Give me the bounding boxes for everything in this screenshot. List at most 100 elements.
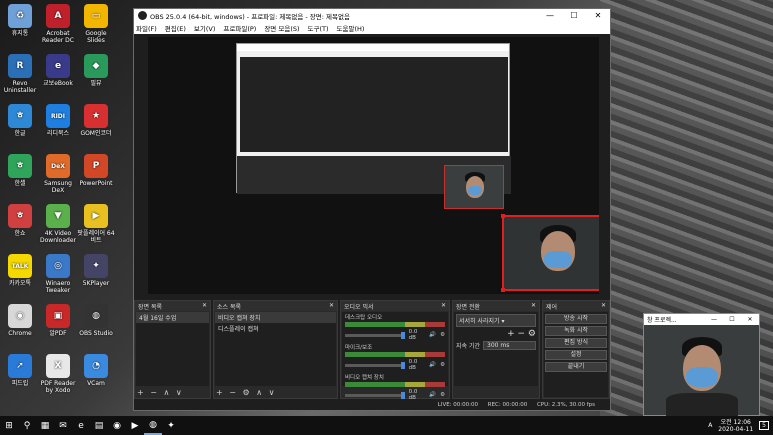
language-indicator[interactable]: A [708, 422, 712, 429]
volume-slider[interactable] [345, 391, 405, 399]
taskbar-app-icon[interactable]: ▤ [90, 416, 108, 435]
clock[interactable]: 오전 12:06 2020-04-11 [718, 419, 753, 433]
taskbar-app-icon[interactable]: ▶ [126, 416, 144, 435]
panel-close-icon[interactable]: ✕ [329, 302, 334, 310]
volume-slider[interactable] [345, 361, 405, 369]
maximize-button[interactable]: ☐ [562, 11, 586, 20]
desktop-icon[interactable]: R Revo Uninstaller [0, 54, 40, 94]
scenes-footer-buttons[interactable]: + − ∧ ∨ [137, 388, 184, 397]
panel-close-icon[interactable]: ✕ [441, 302, 446, 310]
desktop-icon[interactable]: ♻ 휴지통 [0, 4, 40, 37]
maximize-button[interactable]: ☐ [723, 316, 741, 323]
desktop-icon-label: 피드립 [11, 380, 29, 387]
desktop-icon[interactable]: ㅎ 한쇼 [0, 204, 40, 237]
taskbar-app-icon[interactable]: ◉ [108, 416, 126, 435]
desktop-icon[interactable]: X PDF Reader by Xodo [38, 354, 78, 394]
desktop-icon[interactable]: ◎ Winaero Tweaker [38, 254, 78, 294]
start-recording-button[interactable]: 녹화 시작 [545, 326, 607, 336]
gear-icon[interactable]: ⚙ [440, 332, 445, 338]
desktop-icon[interactable]: ▣ 알PDF [38, 304, 78, 337]
minimize-button[interactable]: — [538, 11, 562, 20]
exit-button[interactable]: 끝내기 [545, 362, 607, 372]
clock-date: 2020-04-11 [718, 425, 754, 433]
taskbar-app-icon[interactable]: ◍ [144, 416, 162, 435]
start-streaming-button[interactable]: 방송 시작 [545, 314, 607, 324]
desktop-icon[interactable]: ▭ Google Slides [76, 4, 116, 44]
duration-input[interactable]: 300 ms [483, 341, 536, 350]
desktop-icon[interactable]: RIDI 리디북스 [38, 104, 78, 137]
volume-slider[interactable] [345, 331, 405, 339]
menu-profile[interactable]: 프로파일(P) [223, 23, 256, 33]
menu-view[interactable]: 보기(V) [194, 23, 215, 33]
gear-icon[interactable]: ⚙ [440, 392, 445, 398]
settings-button[interactable]: 설정 [545, 350, 607, 360]
obs-preview[interactable] [148, 37, 599, 294]
desktop-icon-label: Acrobat Reader DC [42, 30, 74, 44]
obs-title-text: OBS 25.0.4 (64-bit, windows) - 프로파일: 제목없… [150, 12, 350, 21]
close-button[interactable]: ✕ [586, 11, 610, 20]
projector-titlebar[interactable]: 창 프로젝... — ☐ ✕ [644, 314, 759, 325]
resize-handle[interactable] [501, 288, 505, 292]
menu-help[interactable]: 도움말(H) [337, 23, 365, 33]
source-item[interactable]: 디스플레이 캡쳐 [215, 323, 336, 334]
desktop-icon[interactable]: DeX Samsung DeX [38, 154, 78, 194]
desktop-icon[interactable]: ★ GOM인코더 [76, 104, 116, 137]
speaker-icon[interactable]: 🔊 [429, 392, 436, 398]
app-icon: ◎ [46, 254, 70, 278]
taskbar-app-icon[interactable]: e [72, 416, 90, 435]
desktop-icon[interactable]: ▶ 팟플레이어 64 비트 [76, 204, 116, 244]
desktop-icon[interactable]: ㅎ 한글 [0, 104, 40, 137]
desktop-icon[interactable]: ◆ 필뷰 [76, 54, 116, 87]
clock-time: 오전 12:06 [720, 418, 751, 426]
desktop-icon-label: 한글 [14, 130, 26, 137]
minimize-button[interactable]: — [705, 316, 723, 323]
desktop-icon[interactable]: P PowerPoint [76, 154, 116, 187]
obs-titlebar[interactable]: OBS 25.0.4 (64-bit, windows) - 프로파일: 제목없… [134, 9, 610, 22]
taskbar-app-icon[interactable]: ⊞ [0, 416, 18, 435]
camera-source-selected[interactable] [501, 214, 599, 292]
desktop-icon-label: GOM인코더 [80, 130, 112, 137]
app-icon: ◍ [84, 304, 108, 328]
gear-icon[interactable]: ⚙ [440, 362, 445, 368]
taskbar-app-icon[interactable]: ⚲ [18, 416, 36, 435]
channel-db: 0.0 dB [408, 389, 418, 401]
desktop-icon[interactable]: A Acrobat Reader DC [38, 4, 78, 44]
desktop-icon[interactable]: ◍ OBS Studio [76, 304, 116, 337]
panel-close-icon[interactable]: ✕ [601, 302, 606, 310]
notification-icon[interactable]: 5 [759, 421, 769, 430]
speaker-icon[interactable]: 🔊 [429, 362, 436, 368]
menu-edit[interactable]: 편집(E) [165, 23, 186, 33]
desktop-icon-label: 휴지통 [11, 30, 29, 37]
menu-file[interactable]: 파일(F) [136, 23, 157, 33]
desktop-icon[interactable]: ◉ Chrome [0, 304, 40, 337]
source-item[interactable]: 비디오 캡쳐 장치 [215, 312, 336, 323]
person-mask [468, 186, 482, 195]
speaker-icon[interactable]: 🔊 [429, 332, 436, 338]
app-icon: ✦ [84, 254, 108, 278]
transition-select[interactable]: 서서히 사라지기 ▾ [456, 314, 536, 327]
desktop-icon[interactable]: ◔ VCam [76, 354, 116, 387]
taskbar-app-icon[interactable]: ✉ [54, 416, 72, 435]
studio-mode-button[interactable]: 편집 방식 [545, 338, 607, 348]
controls-panel: 제어 ✕ 방송 시작 녹화 시작 편집 방식 설정 끝내기 [542, 300, 610, 399]
close-button[interactable]: ✕ [741, 316, 759, 323]
menu-scene-collection[interactable]: 장면 모음(S) [264, 23, 299, 33]
menu-tools[interactable]: 도구(T) [308, 23, 329, 33]
desktop-icon[interactable]: ▼ 4K Video Downloader [38, 204, 78, 244]
desktop-icon[interactable]: TALK 카카오톡 [0, 254, 40, 287]
resize-handle[interactable] [501, 214, 505, 218]
desktop-icon[interactable]: ➚ 피드립 [0, 354, 40, 387]
app-icon: ▶ [84, 204, 108, 228]
desktop-icon[interactable]: e 교보eBook [38, 54, 78, 87]
scene-item[interactable]: 4월 16일 수업 [136, 312, 209, 323]
desktop-icon[interactable]: ✦ 5KPlayer [76, 254, 116, 287]
panel-close-icon[interactable]: ✕ [531, 302, 536, 310]
taskbar-icons: ⊞ ⚲ ▦ ✉ e ▤ ◉ ▶ ◍ ✦ [0, 416, 180, 435]
taskbar-app-icon[interactable]: ✦ [162, 416, 180, 435]
desktop-icon[interactable]: ㅎ 한셀 [0, 154, 40, 187]
sources-footer-buttons[interactable]: + − ⚙ ∧ ∨ [216, 388, 276, 397]
taskbar-app-icon[interactable]: ▦ [36, 416, 54, 435]
panel-close-icon[interactable]: ✕ [202, 302, 207, 310]
transition-type: 서서히 사라지기 [459, 318, 500, 325]
transition-add-remove[interactable]: + − ⚙ [456, 329, 536, 339]
